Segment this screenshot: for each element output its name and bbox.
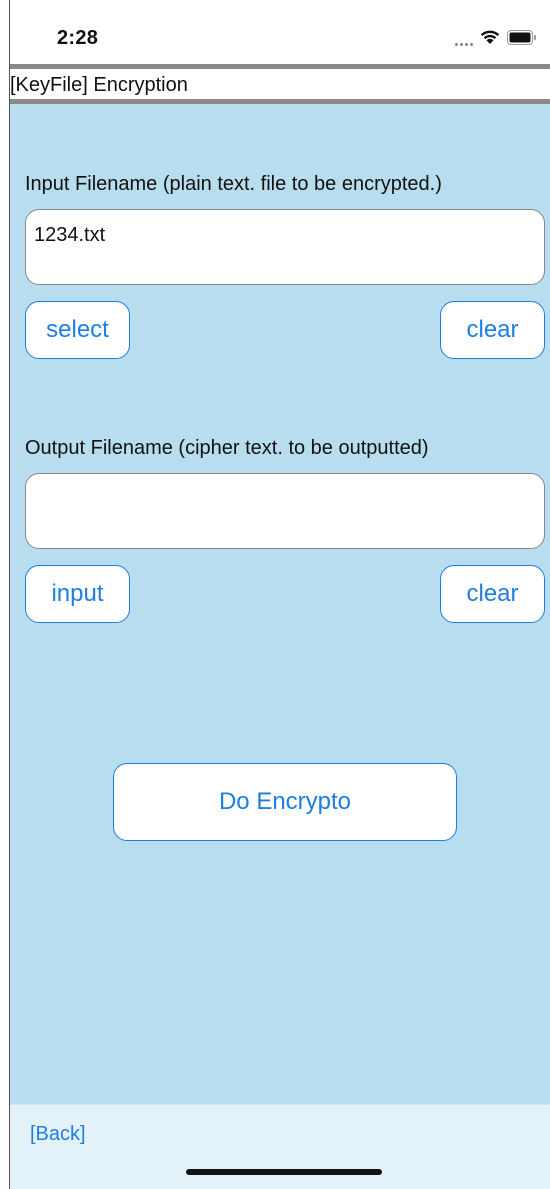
app-window: 2:28 [KeyFile] Encryption Input Filename… bbox=[9, 0, 550, 1189]
input-clear-button[interactable]: clear bbox=[440, 301, 545, 359]
output-filename-field[interactable] bbox=[25, 473, 545, 549]
main-content: Input Filename (plain text. file to be e… bbox=[10, 104, 550, 1104]
select-button[interactable]: select bbox=[25, 301, 130, 359]
output-filename-label: Output Filename (cipher text. to be outp… bbox=[25, 437, 429, 459]
page-title: [KeyFile] Encryption bbox=[10, 74, 188, 96]
input-filename-label: Input Filename (plain text. file to be e… bbox=[25, 173, 442, 195]
status-icons bbox=[455, 28, 537, 46]
signal-dots-icon bbox=[455, 28, 473, 46]
home-indicator[interactable] bbox=[186, 1169, 382, 1175]
wifi-icon bbox=[479, 29, 501, 45]
back-link[interactable]: [Back] bbox=[30, 1123, 86, 1146]
status-bar: 2:28 bbox=[10, 0, 550, 64]
input-filename-field[interactable]: 1234.txt bbox=[25, 209, 545, 285]
battery-icon bbox=[507, 29, 537, 45]
input-button[interactable]: input bbox=[25, 565, 130, 623]
bottom-bar: [Back] bbox=[10, 1104, 550, 1189]
do-encrypto-button[interactable]: Do Encrypto bbox=[113, 763, 457, 841]
title-bar: [KeyFile] Encryption bbox=[10, 64, 550, 104]
output-clear-button[interactable]: clear bbox=[440, 565, 545, 623]
status-time: 2:28 bbox=[57, 27, 99, 49]
